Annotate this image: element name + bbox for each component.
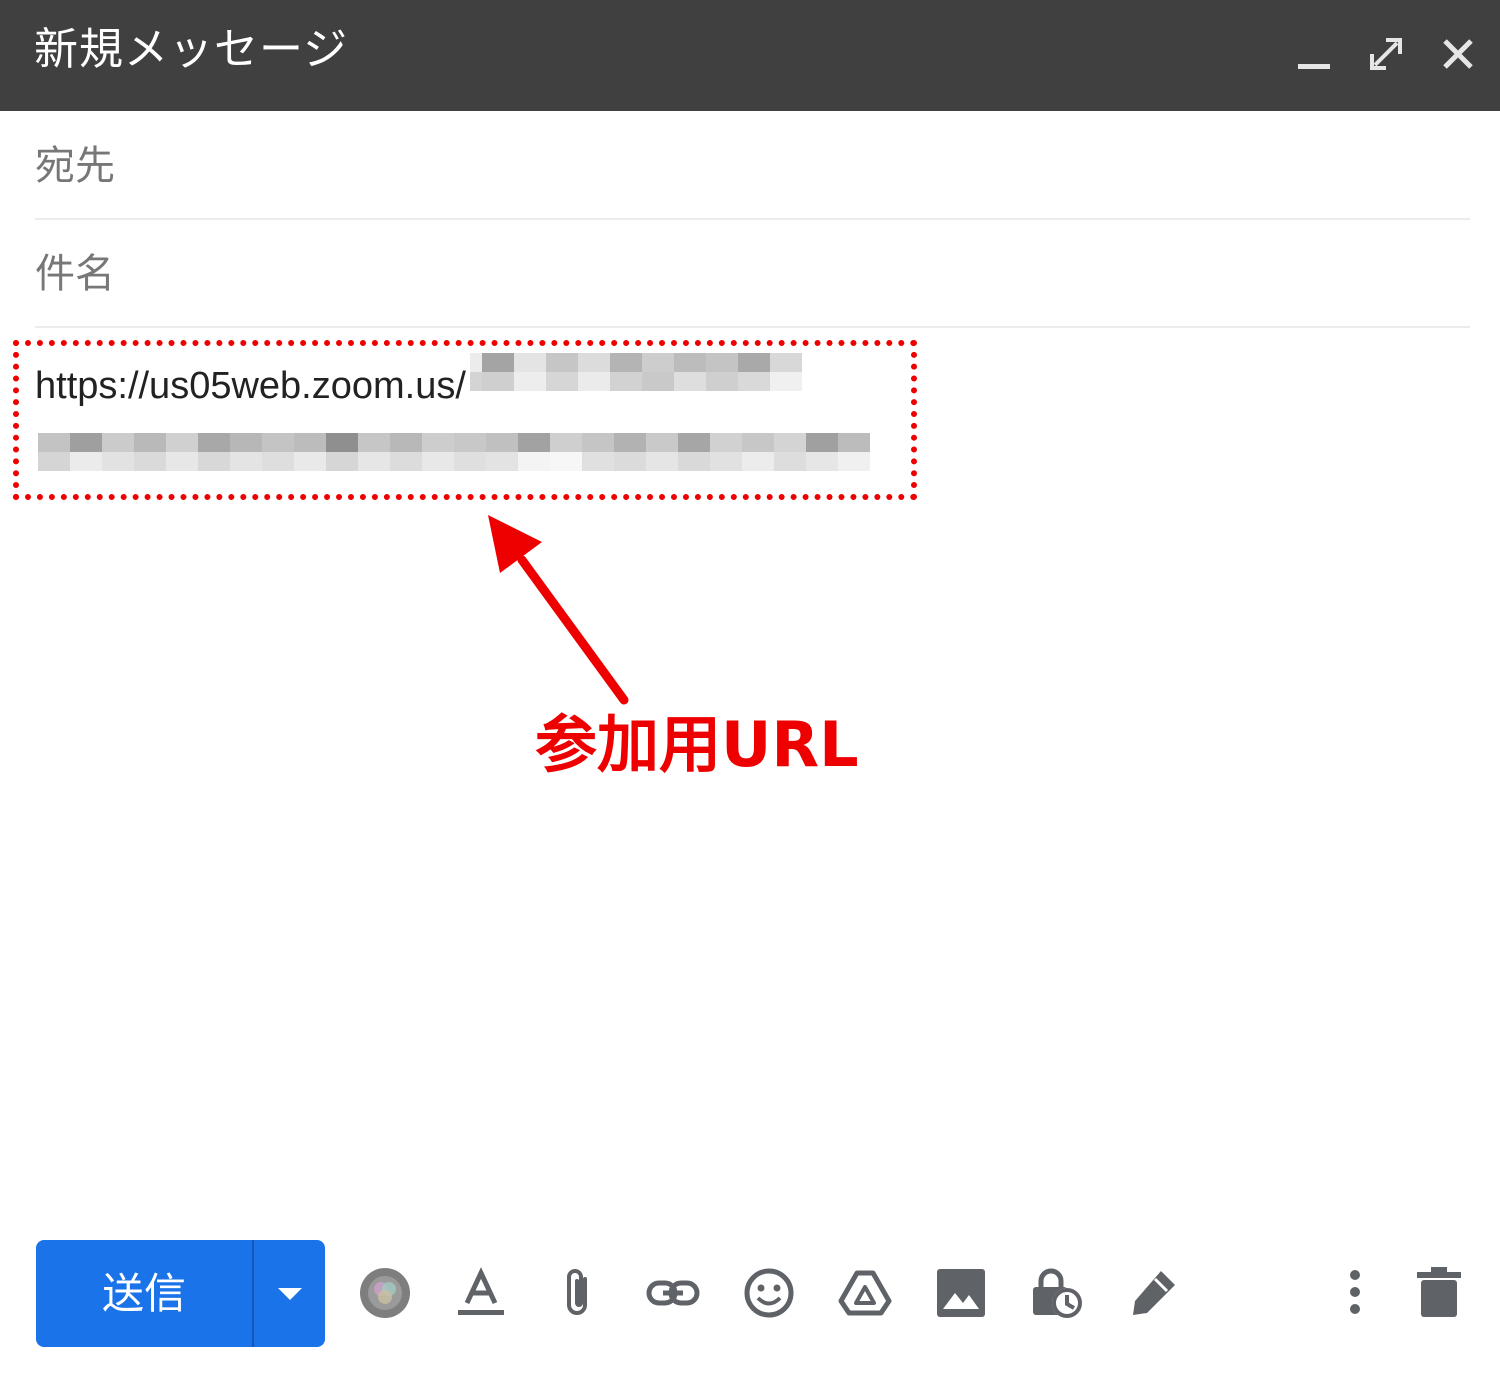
insert-signature-button[interactable] <box>1125 1265 1181 1321</box>
attach-file-button[interactable] <box>549 1265 605 1321</box>
attachment-icon <box>567 1269 587 1315</box>
more-options-button[interactable] <box>1327 1265 1383 1321</box>
confidential-mode-icon <box>1033 1268 1082 1318</box>
subject-field[interactable]: 件名 <box>35 219 1470 328</box>
annotation-label: 参加用URL <box>535 708 859 781</box>
recipient-field[interactable]: 宛先 <box>35 111 1470 220</box>
subject-label: 件名 <box>35 251 115 297</box>
insert-drive-file-button[interactable] <box>837 1265 893 1321</box>
drive-icon <box>838 1270 892 1316</box>
photo-icon <box>937 1269 985 1317</box>
minimize-icon <box>1298 64 1330 69</box>
insert-link-button[interactable] <box>645 1265 701 1321</box>
discard-draft-button[interactable] <box>1411 1265 1467 1321</box>
send-options-button[interactable] <box>254 1240 325 1347</box>
send-button[interactable]: 送信 <box>36 1240 252 1347</box>
insert-emoji-button[interactable] <box>741 1265 797 1321</box>
trash-icon <box>1417 1267 1461 1317</box>
more-options-icon <box>1350 1270 1360 1314</box>
compose-title-bar: 新規メッセージ <box>0 0 1500 111</box>
signature-icon <box>1133 1271 1175 1315</box>
text-format-icon <box>458 1267 504 1315</box>
caret-down-icon <box>278 1288 302 1300</box>
close-button[interactable] <box>1434 30 1482 78</box>
expand-icon <box>1370 38 1402 70</box>
confidential-mode-button[interactable] <box>1029 1265 1085 1321</box>
compose-title: 新規メッセージ <box>34 24 349 75</box>
formatting-button[interactable] <box>453 1265 509 1321</box>
url-highlight-box <box>13 340 917 500</box>
minimize-button[interactable] <box>1290 30 1338 78</box>
annotation-arrow <box>488 515 629 705</box>
expand-button[interactable] <box>1362 30 1410 78</box>
insert-photo-button[interactable] <box>933 1265 989 1321</box>
recipient-label: 宛先 <box>35 143 115 189</box>
meet-button[interactable] <box>357 1265 413 1321</box>
link-icon <box>646 1280 700 1306</box>
close-icon <box>1443 39 1473 69</box>
meet-icon <box>360 1268 410 1318</box>
send-button-group: 送信 <box>36 1240 325 1347</box>
emoji-icon <box>744 1268 794 1318</box>
